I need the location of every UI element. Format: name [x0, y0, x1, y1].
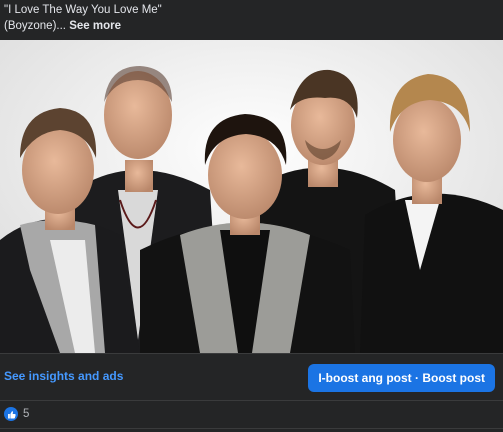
post-caption: "I Love The Way You Love Me" (Boyzone)..…	[0, 0, 503, 40]
see-more-link[interactable]: See more	[69, 20, 121, 32]
reaction-count: 5	[23, 408, 30, 420]
boost-post-button[interactable]: I-boost ang post · Boost post	[308, 364, 495, 392]
reactions-summary[interactable]: 5	[0, 401, 503, 427]
post-action-bar: See insights and ads I-boost ang post · …	[0, 353, 503, 401]
divider	[0, 428, 503, 429]
post-photo[interactable]	[0, 40, 503, 353]
band-photo-illustration	[0, 40, 503, 353]
caption-text: (Boyzone)...	[4, 20, 66, 32]
thumbs-up-icon	[4, 407, 18, 421]
caption-line-2: (Boyzone)... See more	[4, 18, 499, 34]
see-insights-link[interactable]: See insights and ads	[4, 369, 123, 383]
caption-line-1: "I Love The Way You Love Me"	[4, 4, 162, 16]
